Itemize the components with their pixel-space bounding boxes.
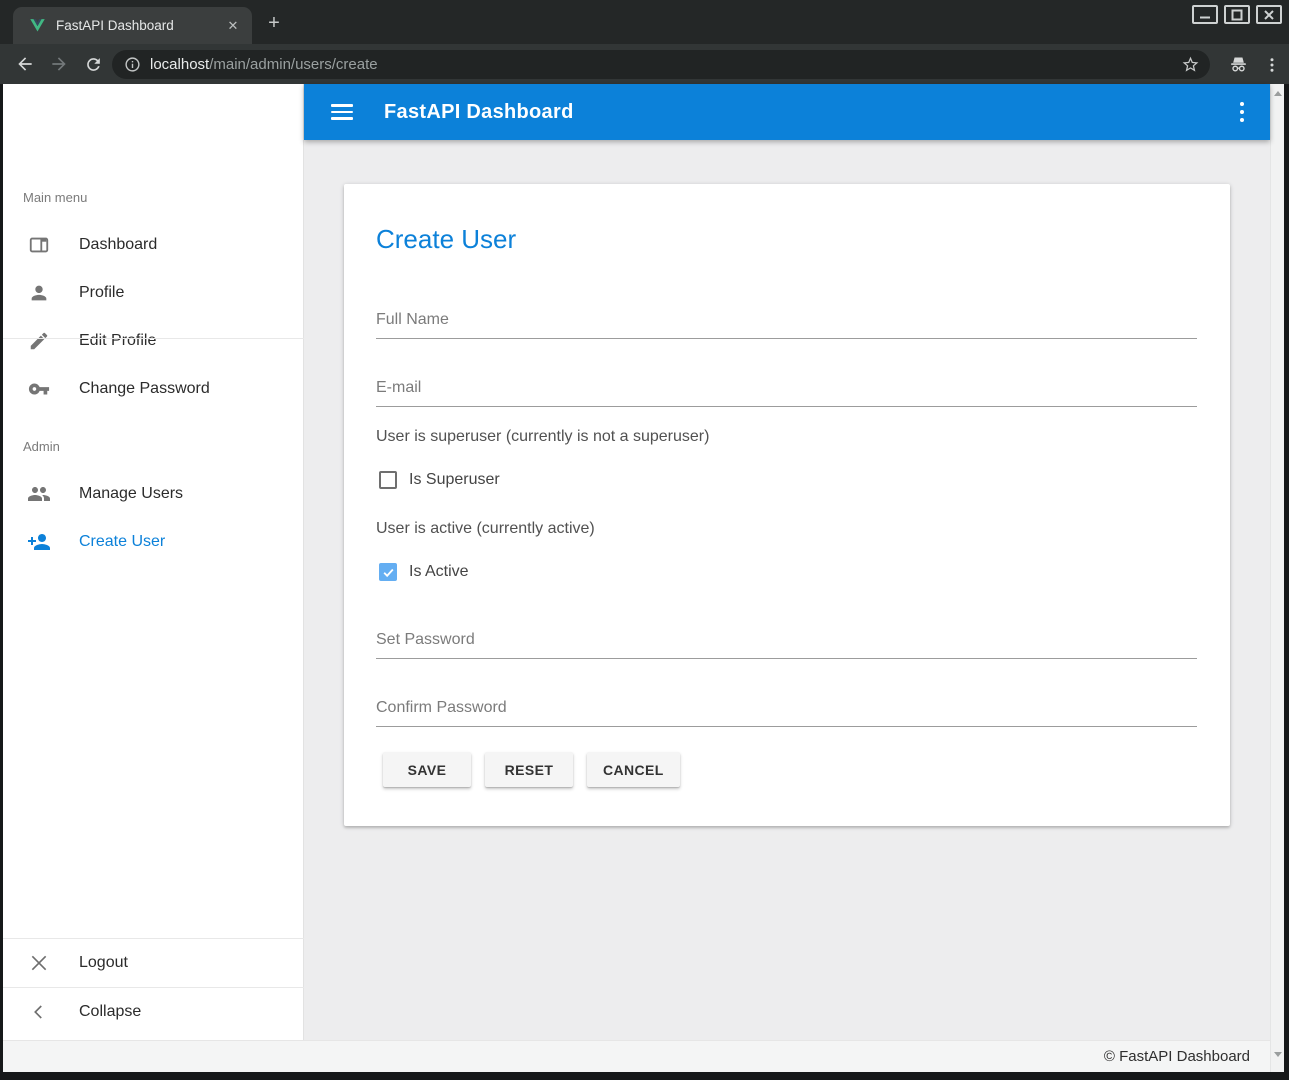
sidebar-item-label: Logout [79,954,128,972]
sidebar-item-label: Collapse [79,1003,141,1021]
reload-icon[interactable] [81,52,105,76]
browser-tab[interactable]: FastAPI Dashboard ✕ [13,7,252,44]
close-x-icon [27,951,51,975]
chevron-left-icon [27,1000,51,1024]
browser-titlebar: FastAPI Dashboard ✕ + [0,0,1289,44]
url-host: localhost [150,56,209,73]
create-user-card: Create User User is superuser (currently… [344,184,1230,826]
browser-window: FastAPI Dashboard ✕ + localhost/main/adm… [0,0,1289,1080]
person-add-icon [27,530,51,554]
hamburger-menu-icon[interactable] [331,100,355,124]
footer-copyright: © FastAPI Dashboard [1104,1048,1250,1065]
is-superuser-label: Is Superuser [409,471,500,489]
full-name-input[interactable] [376,311,1197,339]
confirm-password-input[interactable] [376,699,1197,727]
sidebar-item-logout[interactable]: Logout [3,939,304,987]
sidebar-item-manage-users[interactable] [3,386,304,434]
sidebar-item-label: Create User [79,533,165,551]
reset-button[interactable]: RESET [485,752,573,787]
sidebar-item-dashboard[interactable]: Dashboard [3,221,304,269]
toolbar-right-icons [1228,50,1281,79]
is-superuser-checkbox[interactable] [379,471,397,489]
form-actions: SAVE RESET CANCEL [383,752,680,787]
email-input[interactable] [376,379,1197,407]
url-text[interactable]: localhost/main/admin/users/create [150,56,1181,73]
forward-icon[interactable] [47,52,71,76]
scroll-down-icon[interactable] [1274,1052,1282,1057]
is-active-label: Is Active [409,563,469,581]
full-name-field-wrap [376,311,1197,339]
dashboard-icon [27,233,51,257]
sidebar-item-profile[interactable]: Profile [3,269,304,317]
site-info-icon[interactable] [124,56,141,73]
superuser-note: User is superuser (currently is not a su… [376,428,709,446]
tab-close-icon[interactable]: ✕ [224,17,242,35]
sidebar-divider [3,338,304,339]
person-icon [27,281,51,305]
app-title: FastAPI Dashboard [384,101,574,124]
sidebar-item-label: Dashboard [79,236,157,254]
browser-menu-kebab-icon[interactable] [1263,56,1281,74]
sidebar-item-label: Edit Profile [79,332,156,350]
active-note: User is active (currently active) [376,520,595,538]
check-icon [382,566,395,579]
is-active-checkbox[interactable] [379,563,397,581]
scroll-up-icon[interactable] [1274,91,1282,96]
is-active-row: Is Active [379,563,469,581]
pencil-icon [27,329,51,353]
minimize-button[interactable] [1192,5,1218,24]
browser-toolbar: localhost/main/admin/users/create [0,44,1289,84]
url-path: /main/admin/users/create [209,56,377,73]
sidebar-item-label: Profile [79,284,124,302]
admin-section-header: Admin [23,439,60,454]
page-footer: © FastAPI Dashboard [3,1040,1284,1072]
form-title: Create User [376,224,516,255]
app-menu-kebab-icon[interactable] [1240,102,1245,123]
page-viewport: Main menu Dashboard Profile Edit Profile [3,84,1284,1072]
main-content: Create User User is superuser (currently… [304,140,1270,1040]
set-password-field-wrap [376,631,1197,659]
confirm-password-field-wrap [376,699,1197,727]
new-tab-button[interactable]: + [263,13,285,35]
back-icon[interactable] [13,52,37,76]
bookmark-star-icon[interactable] [1181,55,1200,74]
cancel-button[interactable]: CANCEL [587,752,680,787]
incognito-icon [1228,54,1249,75]
set-password-input[interactable] [376,631,1197,659]
main-menu-header: Main menu [23,190,87,205]
sidebar: Main menu Dashboard Profile Edit Profile [3,84,304,1040]
save-button[interactable]: SAVE [383,752,471,787]
sidebar-item-create-user[interactable]: Create User [3,518,304,566]
window-controls [1192,5,1282,24]
close-window-button[interactable] [1256,5,1282,24]
is-superuser-row: Is Superuser [379,471,500,489]
sidebar-item-collapse[interactable]: Collapse [3,988,304,1036]
email-field-wrap [376,379,1197,407]
sidebar-item-manage-users[interactable]: Manage Users [3,470,304,518]
sidebar-item-label: Manage Users [79,485,183,503]
page-scrollbar[interactable] [1270,84,1284,1072]
tab-title: FastAPI Dashboard [56,18,224,33]
maximize-button[interactable] [1224,5,1250,24]
vue-logo-icon [29,17,46,34]
people-icon [27,482,51,506]
url-bar[interactable]: localhost/main/admin/users/create [112,50,1210,79]
sidebar-item-edit-profile[interactable]: Edit Profile [3,317,304,365]
app-bar: FastAPI Dashboard [304,84,1270,140]
